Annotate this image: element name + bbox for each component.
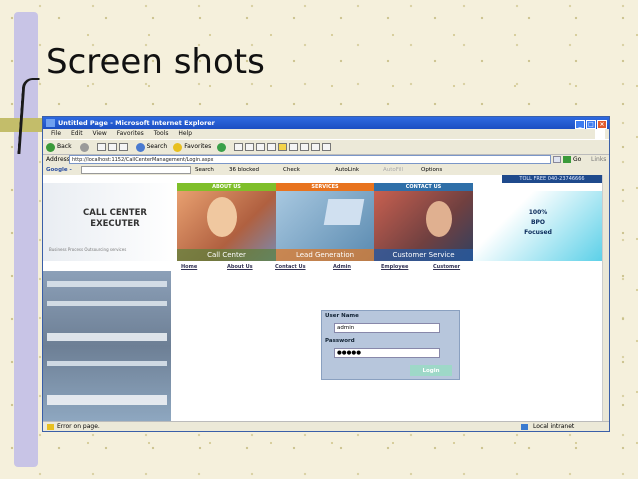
photo-detail — [47, 281, 167, 287]
menu-view[interactable]: View — [93, 130, 107, 137]
bpo-line-2: BPO — [530, 219, 546, 226]
panel-lead-generation: Lead Generation — [276, 191, 374, 261]
link-about-us[interactable]: About Us — [227, 263, 253, 271]
panel-caption: Lead Generation — [276, 249, 374, 261]
slide-title: Screen shots — [46, 42, 265, 82]
status-text[interactable]: Error on page. — [57, 422, 100, 431]
tab-services[interactable]: SERVICES — [276, 183, 374, 191]
menu-favorites[interactable]: Favorites — [117, 130, 144, 137]
intranet-icon — [521, 424, 528, 430]
login-panel: User Name Password Login — [321, 310, 460, 380]
tools-icon[interactable] — [322, 143, 332, 151]
warning-icon[interactable] — [47, 424, 54, 430]
forward-arrow-icon[interactable] — [79, 142, 89, 152]
photo-detail — [47, 333, 167, 341]
window-title: Untitled Page - Microsoft Internet Explo… — [58, 119, 215, 127]
photo-detail — [47, 301, 167, 306]
address-field[interactable]: http://localhost:1152/CallCenterManageme… — [69, 155, 551, 164]
link-employee[interactable]: Employee — [381, 263, 408, 271]
photo-detail — [47, 395, 167, 405]
messenger-icon[interactable] — [289, 143, 299, 151]
history-icon[interactable] — [234, 143, 244, 151]
office-photos — [43, 271, 171, 421]
vertical-scrollbar[interactable] — [602, 175, 609, 421]
password-input[interactable] — [334, 348, 440, 358]
password-label: Password — [325, 338, 355, 344]
bpo-line-3: Focused — [524, 229, 552, 236]
research-icon[interactable] — [300, 143, 310, 151]
menu-bar: File Edit View Favorites Tools Help — [43, 129, 609, 139]
login-button[interactable]: Login — [410, 365, 452, 376]
address-bar: Address http://localhost:1152/CallCenter… — [43, 154, 609, 165]
toolbar: Back Search Favorites — [43, 139, 609, 155]
web-page: TOLL FREE 040-23746666 ABOUT US SERVICES… — [43, 175, 603, 421]
menu-file[interactable]: File — [51, 130, 61, 137]
link-customer[interactable]: Customer — [433, 263, 460, 271]
panel-caption: Call Center — [177, 249, 276, 261]
link-admin[interactable]: Admin — [333, 263, 351, 271]
favorites-button[interactable]: Favorites — [184, 140, 211, 154]
back-arrow-icon[interactable] — [46, 142, 55, 152]
minimize-button[interactable]: _ — [575, 120, 585, 129]
agent-photo — [207, 197, 237, 237]
favorites-star-icon[interactable] — [173, 142, 183, 152]
refresh-icon[interactable] — [107, 143, 117, 151]
print-icon[interactable] — [256, 143, 266, 151]
link-home[interactable]: Home — [181, 263, 197, 271]
back-button[interactable]: Back — [57, 140, 72, 154]
site-logo: CALL CENTER EXECUTER Business Process Ou… — [43, 183, 177, 261]
title-bar: Untitled Page - Microsoft Internet Explo… — [43, 117, 609, 129]
panel-customer-service: Customer Service — [374, 191, 473, 261]
maximize-button[interactable]: □ — [586, 120, 596, 129]
bpo-banner: 100% BPO Focused — [473, 191, 603, 261]
agent-photo — [426, 201, 452, 237]
menu-tools[interactable]: Tools — [154, 130, 169, 137]
search-icon[interactable] — [135, 142, 145, 152]
site-nav-links: Home About Us Contact Us Admin Employee … — [177, 263, 597, 271]
browser-window: Untitled Page - Microsoft Internet Explo… — [42, 116, 610, 432]
logo-line-1: CALL CENTER — [83, 208, 147, 218]
home-icon[interactable] — [118, 143, 128, 151]
edit-icon[interactable] — [267, 143, 277, 151]
username-label: User Name — [325, 313, 359, 319]
links-button[interactable]: Links — [591, 154, 606, 165]
toll-free-banner: TOLL FREE 040-23746666 — [502, 175, 602, 183]
address-dropdown-icon[interactable] — [553, 156, 561, 163]
go-arrow-icon[interactable] — [563, 156, 571, 163]
laptop-photo — [323, 199, 365, 225]
zone-text: Local intranet — [533, 423, 575, 430]
windows-logo-icon — [595, 129, 605, 139]
menu-help[interactable]: Help — [178, 130, 192, 137]
status-bar: Error on page. Local intranet — [43, 421, 609, 431]
close-button[interactable]: × — [597, 120, 607, 129]
stop-icon[interactable] — [96, 143, 106, 151]
tab-contact-us[interactable]: CONTACT US — [374, 183, 473, 191]
logo-subtitle: Business Process Outsourcing services — [49, 247, 127, 252]
mail-icon[interactable] — [245, 143, 255, 151]
tab-about-us[interactable]: ABOUT US — [177, 183, 276, 191]
link-contact-us[interactable]: Contact Us — [275, 263, 306, 271]
panel-call-center: Call Center — [177, 191, 276, 261]
ie-icon — [46, 119, 55, 127]
address-label: Address — [46, 156, 70, 163]
go-button[interactable]: Go — [573, 154, 581, 165]
media-icon[interactable] — [217, 142, 227, 152]
search-button[interactable]: Search — [147, 140, 168, 154]
panel-caption: Customer Service — [374, 249, 473, 261]
discuss-icon[interactable] — [311, 143, 321, 151]
username-input[interactable] — [334, 323, 440, 333]
bpo-line-1: 100% — [528, 209, 548, 216]
folder-icon[interactable] — [278, 143, 288, 151]
menu-edit[interactable]: Edit — [71, 130, 83, 137]
google-search-field[interactable] — [81, 166, 191, 174]
logo-line-2: EXECUTER — [90, 219, 140, 229]
photo-detail — [47, 361, 167, 366]
